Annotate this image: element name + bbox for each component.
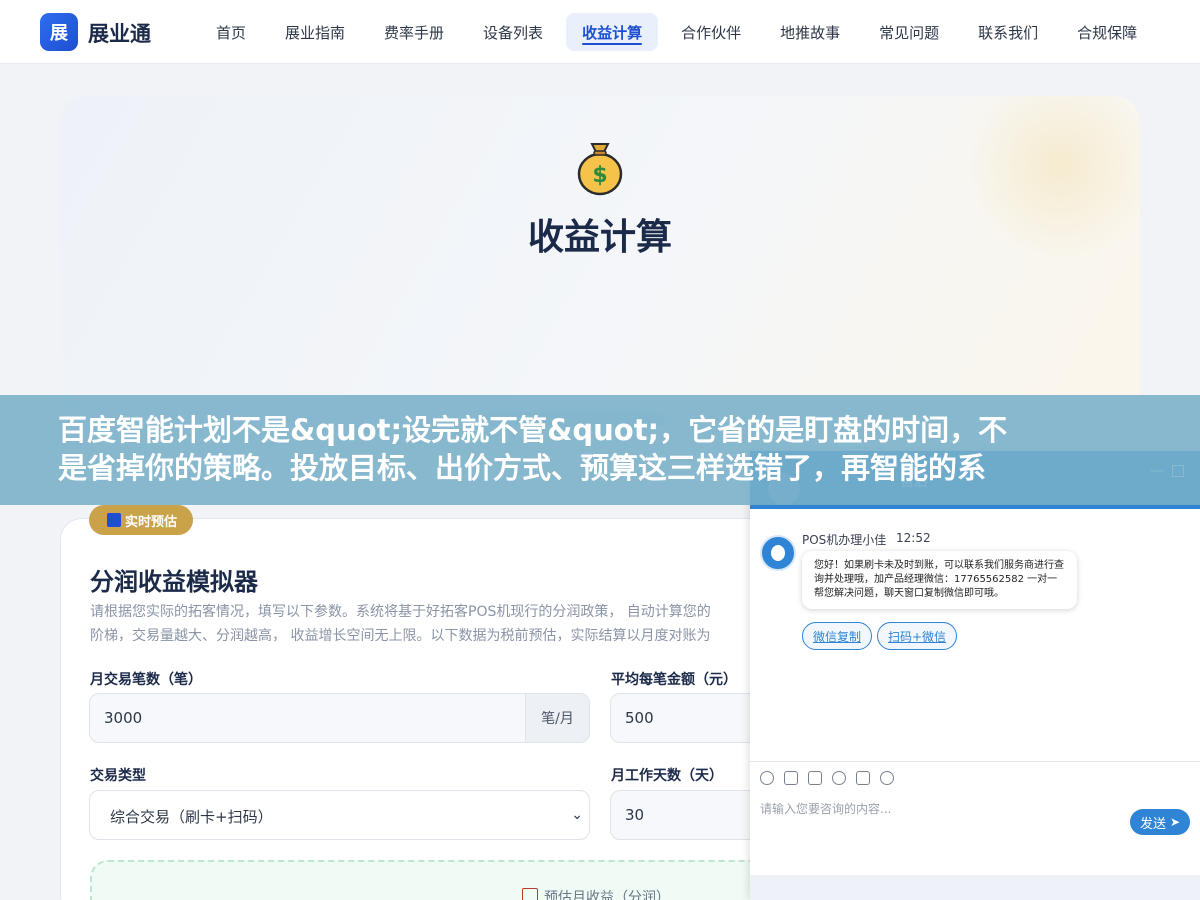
- sound-icon[interactable]: [856, 771, 870, 785]
- banner-line: 是省掉你的策略。投放目标、出价方式、预算这三样选错了，再智能的系: [58, 451, 987, 485]
- site-header: 展 展业通 首页 展业指南 费率手册 设备列表 收益计算 合作伙伴 地推故事 常…: [0, 0, 1200, 64]
- nav-item-home[interactable]: 首页: [200, 13, 262, 51]
- chat-input[interactable]: 请输入您要咨询的内容...: [760, 800, 891, 817]
- chat-widget: 售后 — POS机办理小佳 12:52 您好！如果刷卡未及时到账，可以联系我们服…: [750, 451, 1200, 900]
- nav-item-guide[interactable]: 展业指南: [269, 13, 361, 51]
- nav-item-stories[interactable]: 地推故事: [764, 13, 856, 51]
- monthly-count-label: 月交易笔数（笔）: [90, 672, 202, 688]
- nav-item-rates[interactable]: 费率手册: [368, 13, 460, 51]
- main-nav: 首页 展业指南 费率手册 设备列表 收益计算 合作伙伴 地推故事 常见问题 联系…: [200, 13, 1160, 51]
- copy-wechat-button[interactable]: 微信复制: [802, 622, 873, 650]
- page-title: 收益计算: [527, 217, 672, 258]
- send-button[interactable]: 发送 ➤: [1130, 809, 1190, 835]
- badge-label: 实时预估: [125, 514, 178, 530]
- avg-amount-label: 平均每笔金额（元）: [611, 672, 737, 688]
- live-estimate-badge: 实时预估: [89, 505, 194, 535]
- avg-amount-value: 500: [625, 709, 654, 727]
- calculator-icon: [107, 513, 121, 527]
- nav-item-partners[interactable]: 合作伙伴: [665, 13, 757, 51]
- result-label: 预估月收益（分润）: [544, 890, 670, 900]
- work-days-value: 30: [625, 806, 645, 824]
- nav-item-faq[interactable]: 常见问题: [863, 13, 955, 51]
- image-icon[interactable]: [784, 771, 798, 785]
- chat-divider: [750, 761, 1200, 762]
- agent-face-icon: [771, 545, 785, 561]
- hero-section: $ 收益计算: [60, 96, 1140, 426]
- chevron-down-icon: ⌄: [571, 807, 583, 823]
- trade-type-label: 交易类型: [90, 768, 146, 784]
- chart-icon: [522, 888, 538, 900]
- nav-item-contact[interactable]: 联系我们: [962, 13, 1054, 51]
- calculator-title: 分润收益模拟器: [90, 568, 258, 596]
- calculator-description: 请根据您实际的拓客情况，填写以下参数。系统将基于好拓客POS机现行的分润政策， …: [90, 600, 770, 648]
- svg-text:$: $: [592, 163, 607, 188]
- trade-type-value: 综合交易（刷卡+扫码）: [110, 808, 273, 826]
- monthly-count-unit: 笔/月: [525, 694, 589, 742]
- send-arrow-icon: ➤: [1169, 815, 1181, 829]
- nav-item-devices[interactable]: 设备列表: [467, 13, 559, 51]
- description-line: 阶梯，交易量越大、分润越高， 收益增长空间无上限。以下数据为税前预估，实际结算以…: [90, 628, 711, 644]
- message-time: 12:52: [896, 531, 931, 545]
- screenshot-icon[interactable]: [808, 771, 822, 785]
- message-bubble: 您好！如果刷卡未及时到账，可以联系我们服务商进行查询并处理哦，加产品经理微信：1…: [802, 551, 1077, 609]
- work-days-label: 月工作天数（天）: [611, 768, 723, 784]
- banner-line: 百度智能计划不是&quot;设完就不管&quot;，它省的是盯盘的时间，不: [58, 413, 1008, 447]
- nav-item-compliance[interactable]: 合规保障: [1061, 13, 1153, 51]
- emoji-icon[interactable]: [760, 771, 774, 785]
- description-line: 请根据您实际的拓客情况，填写以下参数。系统将基于好拓客POS机现行的分润政策， …: [90, 604, 711, 620]
- send-label: 发送: [1139, 816, 1166, 832]
- wechat-icon[interactable]: [880, 771, 894, 785]
- agent-avatar: [760, 535, 796, 571]
- nav-item-earnings[interactable]: 收益计算: [566, 13, 659, 51]
- money-bag-icon: $: [577, 143, 623, 196]
- agent-name: POS机办理小佳: [802, 533, 887, 547]
- evaluate-icon[interactable]: [832, 771, 846, 785]
- overlay-banner: 百度智能计划不是&quot;设完就不管&quot;，它省的是盯盘的时间，不 是省…: [0, 395, 1200, 505]
- logo-text[interactable]: 展业通: [88, 18, 151, 48]
- trade-type-select[interactable]: 综合交易（刷卡+扫码） ⌄: [89, 790, 590, 840]
- monthly-count-value: 3000: [104, 709, 143, 727]
- scan-wechat-button[interactable]: 扫码+微信: [877, 622, 958, 650]
- chat-footer: [750, 875, 1200, 900]
- logo-icon[interactable]: 展: [40, 13, 78, 51]
- monthly-count-input[interactable]: 3000 笔/月: [89, 693, 590, 743]
